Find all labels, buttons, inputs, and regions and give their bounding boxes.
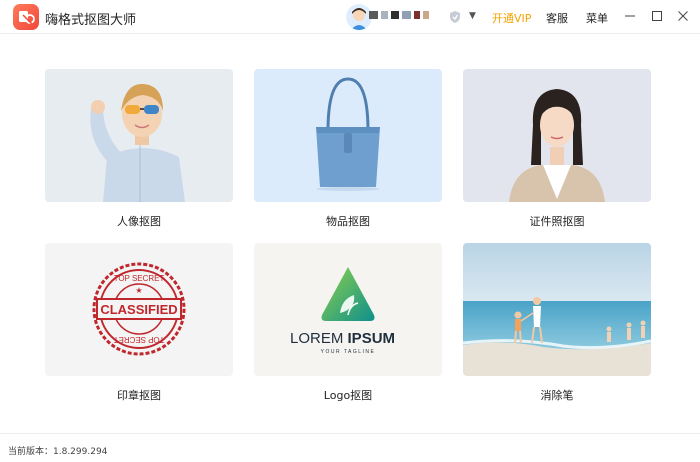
svg-text:★: ★ xyxy=(135,286,142,295)
card-label: 印章抠图 xyxy=(117,389,161,402)
app-title: 嗨格式抠图大师 xyxy=(45,13,137,28)
card-label: Logo抠图 xyxy=(323,389,373,402)
svg-text:LOREM IPSUM: LOREM IPSUM xyxy=(290,330,395,347)
user-name-mosaic[interactable] xyxy=(369,11,432,25)
card-eraser-pen[interactable]: 消除笔 xyxy=(463,243,651,402)
menu-button[interactable]: 菜单 xyxy=(586,10,608,26)
vip-button[interactable]: 开通VIP xyxy=(492,10,531,26)
logo-thumbnail[interactable]: LOREM IPSUM YOUR TAGLINE xyxy=(254,243,442,376)
card-id-photo-cutout[interactable]: 证件照抠图 xyxy=(463,69,651,228)
eraser-thumbnail[interactable] xyxy=(463,243,651,376)
card-object-cutout[interactable]: 物品抠图 xyxy=(254,69,442,228)
status-bar: 当前版本：1.8.299.294 xyxy=(0,433,700,462)
card-label: 人像抠图 xyxy=(117,215,161,228)
stamp-top-text: TOP SECRET xyxy=(114,274,165,283)
close-icon[interactable] xyxy=(676,9,690,23)
card-seal-cutout[interactable]: CLASSIFIED TOP SECRET TOP SECRET ★ 印章抠图 xyxy=(45,243,233,402)
app-logo-icon xyxy=(13,4,39,30)
seal-thumbnail[interactable]: CLASSIFIED TOP SECRET TOP SECRET ★ xyxy=(45,243,233,376)
logo-word-1: LOREM xyxy=(290,330,343,347)
logo-tagline: YOUR TAGLINE xyxy=(321,349,376,355)
maximize-icon[interactable] xyxy=(650,9,664,23)
user-dropdown-chevron-icon[interactable]: ▼ xyxy=(469,11,476,21)
vip-shield-icon xyxy=(450,11,460,23)
customer-service-button[interactable]: 客服 xyxy=(546,10,568,26)
card-label: 消除笔 xyxy=(540,389,574,402)
card-label: 物品抠图 xyxy=(326,215,370,228)
stamp-center-text: CLASSIFIED xyxy=(100,302,177,317)
portrait-thumbnail[interactable] xyxy=(45,69,233,202)
id-photo-thumbnail[interactable] xyxy=(463,69,651,202)
card-portrait-cutout[interactable]: 人像抠图 xyxy=(45,69,233,228)
logo-word-2: IPSUM xyxy=(348,330,396,347)
object-thumbnail[interactable] xyxy=(254,69,442,202)
version-text: 当前版本：1.8.299.294 xyxy=(8,447,108,457)
stamp-bottom-text: TOP SECRET xyxy=(113,335,164,344)
card-logo-cutout[interactable]: LOREM IPSUM YOUR TAGLINE Logo抠图 xyxy=(254,243,442,402)
card-label: 证件照抠图 xyxy=(529,215,585,228)
minimize-icon[interactable] xyxy=(623,9,637,23)
title-bar: 嗨格式抠图大师 ▼ 开通VIP 客服 菜单 xyxy=(0,0,700,34)
